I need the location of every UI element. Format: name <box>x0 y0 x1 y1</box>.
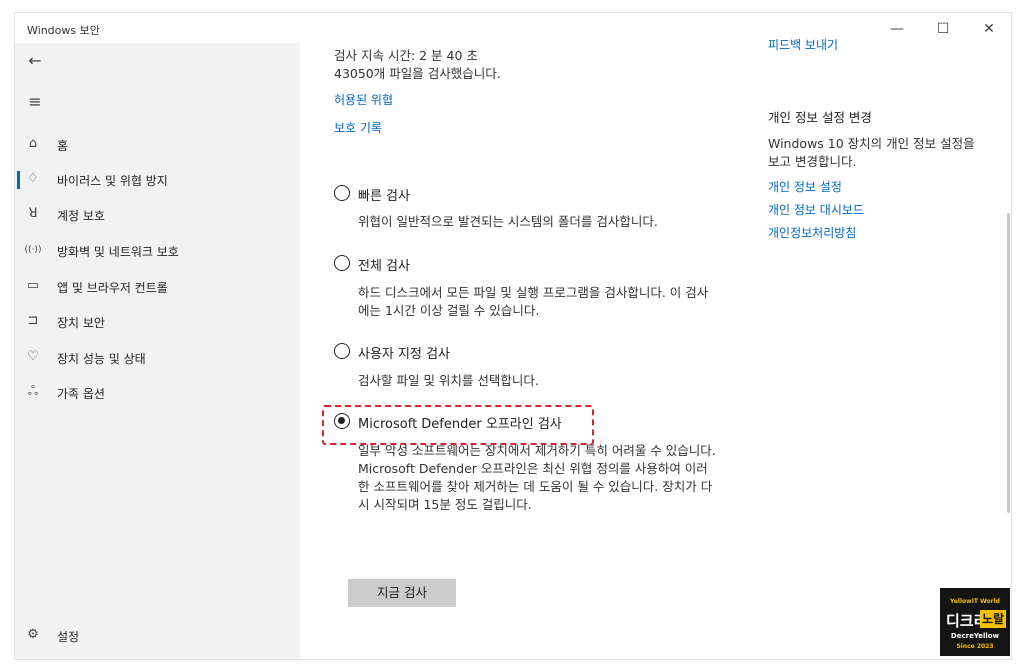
sidebar-item-label: 설정 <box>57 630 80 644</box>
close-button[interactable]: ✕ <box>967 17 1011 41</box>
watermark-logo: YellowIT World 디크리 노랄 DecreYellow Since … <box>940 588 1010 656</box>
sidebar-item-device-health[interactable]: ♡ 장치 성능 및 상태 <box>15 343 300 373</box>
feedback-link[interactable]: 피드백 보내기 <box>768 36 838 53</box>
sidebar-item-device-security[interactable]: ⊐ 장치 보안 <box>15 307 300 337</box>
option-description: 하드 디스크에서 모든 파일 및 실행 프로그램을 검사합니다. 이 검사에는 … <box>358 285 709 318</box>
maximize-button[interactable]: ☐ <box>921 17 965 41</box>
person-icon: ꓤ <box>28 206 38 221</box>
option-label: 사용자 지정 검사 <box>358 347 450 362</box>
files-scanned-text: 43050개 파일을 검사했습니다. <box>334 66 501 81</box>
privacy-dashboard-link[interactable]: 개인 정보 대시보드 <box>768 201 864 218</box>
sidebar-item-firewall[interactable]: ((·)) 방화벽 및 네트워크 보호 <box>15 236 300 266</box>
sidebar-item-virus-protection[interactable]: ♢ 바이러스 및 위협 방지 <box>15 165 300 195</box>
family-icon: ஃ <box>27 384 39 399</box>
gear-icon: ⚙ <box>27 627 39 642</box>
option-label: Microsoft Defender 오프라인 검사 <box>358 417 562 432</box>
sidebar: ← ≡ ⌂ 홈 ♢ 바이러스 및 위협 방지 ꓤ 계정 보호 ((·)) 방화벽… <box>15 43 300 659</box>
privacy-settings-link[interactable]: 개인 정보 설정 <box>768 178 842 195</box>
sidebar-item-label: 장치 보안 <box>57 316 105 330</box>
scan-now-button[interactable]: 지금 검사 <box>348 579 456 607</box>
minimize-button[interactable]: — <box>875 17 919 41</box>
home-icon: ⌂ <box>28 136 38 151</box>
sidebar-item-label: 홈 <box>57 139 69 153</box>
sidebar-item-app-browser[interactable]: ▭ 앱 및 브라우저 컨트롤 <box>15 272 300 302</box>
sidebar-item-settings[interactable]: ⚙ 설정 <box>15 621 300 651</box>
selected-indicator <box>17 171 20 189</box>
laptop-icon: ⊐ <box>27 313 39 328</box>
windows-security-window: Windows 보안 — ☐ ✕ ← ≡ ⌂ 홈 ♢ 바이러스 및 위협 방지 … <box>14 12 1012 660</box>
watermark-main-right: 노랄 <box>980 610 1006 628</box>
full-scan-radio[interactable] <box>334 255 350 271</box>
heart-icon: ♡ <box>27 349 39 364</box>
privacy-settings-description: Windows 10 장치의 개인 정보 설정을 보고 변경합니다. <box>768 136 975 169</box>
sidebar-item-label: 계정 보호 <box>57 209 105 223</box>
privacy-settings-title: 개인 정보 설정 변경 <box>768 110 872 125</box>
main-content: 검사 지속 시간: 2 분 40 초 43050개 파일을 검사했습니다. 허용… <box>300 38 1011 659</box>
sidebar-item-label: 바이러스 및 위협 방지 <box>57 174 168 188</box>
defender-offline-radio[interactable] <box>334 413 350 429</box>
option-description: 검사할 파일 및 위치를 선택합니다. <box>358 373 539 388</box>
back-arrow-icon[interactable]: ← <box>23 49 47 73</box>
custom-scan-radio[interactable] <box>334 343 350 359</box>
browser-icon: ▭ <box>26 278 40 293</box>
scrollbar-thumb[interactable] <box>1007 213 1010 513</box>
sidebar-item-family-options[interactable]: ஃ 가족 옵션 <box>15 378 300 408</box>
sidebar-item-account-protection[interactable]: ꓤ 계정 보호 <box>15 200 300 230</box>
sidebar-item-label: 장치 성능 및 상태 <box>57 352 146 366</box>
quick-scan-radio[interactable] <box>334 185 350 201</box>
protection-history-link[interactable]: 보호 기록 <box>334 119 382 136</box>
sidebar-item-label: 방화벽 및 네트워크 보호 <box>57 245 179 259</box>
sidebar-item-label: 앱 및 브라우저 컨트롤 <box>57 281 168 295</box>
sidebar-item-home[interactable]: ⌂ 홈 <box>15 130 300 160</box>
sidebar-item-label: 가족 옵션 <box>57 387 105 401</box>
option-label: 전체 검사 <box>358 259 410 274</box>
title-bar: Windows 보안 — ☐ ✕ <box>15 13 1011 43</box>
watermark-top-text: YellowIT World <box>950 598 1000 605</box>
scan-duration-text: 검사 지속 시간: 2 분 40 초 <box>334 48 478 63</box>
shield-icon: ♢ <box>27 171 39 186</box>
option-description: 위협이 일반적으로 발견되는 시스템의 폴더를 검사합니다. <box>358 214 658 229</box>
scrollbar[interactable] <box>1005 43 1011 659</box>
option-label: 빠른 검사 <box>358 189 410 204</box>
watermark-brand: DecreYellow <box>950 632 1000 640</box>
watermark-since: Since 2023 <box>956 643 994 650</box>
allowed-threats-link[interactable]: 허용된 위협 <box>334 91 393 108</box>
window-title: Windows 보안 <box>27 24 100 37</box>
privacy-statement-link[interactable]: 개인정보처리방침 <box>768 224 856 241</box>
option-description: 일부 악성 소프트웨어는 장치에서 제거하기 특히 어려울 수 있습니다. Mi… <box>358 443 716 512</box>
wifi-icon: ((·)) <box>24 245 42 255</box>
hamburger-menu-icon[interactable]: ≡ <box>23 90 47 114</box>
